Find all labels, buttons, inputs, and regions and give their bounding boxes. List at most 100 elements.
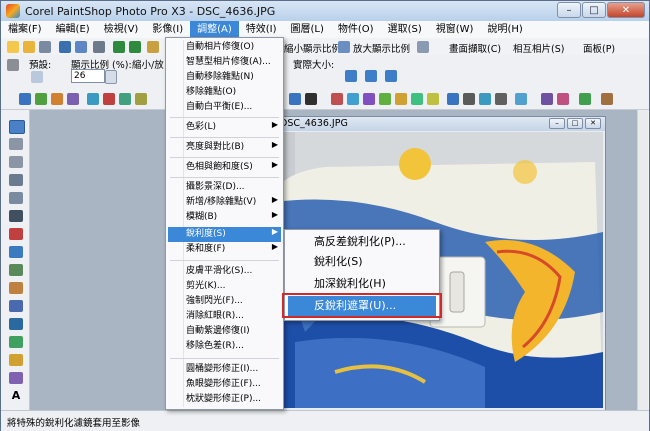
skin-smoothing-item[interactable]: 皮膚平滑化(S)...: [168, 264, 281, 279]
zoom-percent-input[interactable]: 26: [71, 69, 105, 83]
straighten-tool-icon[interactable]: [9, 210, 23, 222]
effect-icon-6[interactable]: [103, 93, 115, 105]
auto-fringe-fix-item[interactable]: 自動紫邊修復(I): [168, 324, 281, 339]
effect-icon-4[interactable]: [67, 93, 79, 105]
selection-tool-icon[interactable]: [9, 156, 23, 168]
effect-icon-18[interactable]: [447, 93, 459, 105]
cut-icon[interactable]: [147, 41, 159, 53]
pick-tool-icon[interactable]: [9, 138, 23, 150]
effect-icon-7[interactable]: [119, 93, 131, 105]
makeover-tool-icon[interactable]: [9, 246, 23, 258]
effect-icon-22[interactable]: [515, 93, 527, 105]
fisheye-distortion-item[interactable]: 魚眼變形修正(F)...: [168, 377, 281, 392]
auto-white-balance-item[interactable]: 自動白平衡(E)...: [168, 100, 281, 115]
save-icon[interactable]: [59, 41, 71, 53]
sharpen-more-item[interactable]: 加深銳利化(H): [288, 274, 436, 294]
sharpen-item[interactable]: 銳利化(S): [288, 252, 436, 272]
paint-brush-icon[interactable]: [9, 318, 23, 330]
effect-icon-25[interactable]: [579, 93, 591, 105]
menu-edit[interactable]: 編輯(E): [49, 21, 97, 38]
maximize-button[interactable]: □: [582, 2, 606, 18]
text-tool-icon[interactable]: A: [9, 390, 23, 402]
effect-icon-2[interactable]: [35, 93, 47, 105]
effect-icon-14[interactable]: [379, 93, 391, 105]
menu-selections[interactable]: 選取(S): [381, 21, 429, 38]
effect-icon-21[interactable]: [495, 93, 507, 105]
remove-noise-item[interactable]: 移除雜點(O): [168, 85, 281, 100]
browse-icon[interactable]: [39, 41, 51, 53]
high-pass-sharpen-item[interactable]: 高反差銳利化(P)...: [288, 232, 436, 252]
vertical-scrollbar[interactable]: [637, 110, 648, 410]
close-options-icon[interactable]: [7, 59, 19, 71]
copy-icon[interactable]: [417, 41, 429, 53]
smart-photo-fix-item[interactable]: 智慧型相片修復(A)...: [168, 55, 281, 70]
chromatic-aberration-item[interactable]: 移除色差(R)...: [168, 339, 281, 354]
menu-view[interactable]: 檢視(V): [97, 21, 146, 38]
auto-photo-fix-item[interactable]: 自動相片修復(O): [168, 40, 281, 55]
red-eye-removal-item[interactable]: 消除紅眼(R)...: [168, 309, 281, 324]
actual-size-icon[interactable]: [385, 70, 397, 82]
share-photo-button[interactable]: 相互相片(S): [513, 41, 564, 55]
screen-capture-button[interactable]: 畫面擷取(C): [449, 41, 501, 55]
menu-file[interactable]: 檔案(F): [1, 21, 49, 38]
pan-tool-icon[interactable]: [9, 120, 25, 134]
barrel-distortion-item[interactable]: 圓桶變形修正(I)...: [168, 362, 281, 377]
color-item[interactable]: 色彩(L) ▶: [168, 120, 281, 135]
effect-icon-8[interactable]: [135, 93, 147, 105]
menu-help[interactable]: 說明(H): [480, 21, 529, 38]
effect-icon-9[interactable]: [289, 93, 301, 105]
zoom-spinner[interactable]: [105, 70, 117, 84]
undo-icon[interactable]: [113, 41, 125, 53]
doc-close-button[interactable]: ✕: [585, 118, 601, 129]
effect-icon-13[interactable]: [363, 93, 375, 105]
effect-icon-15[interactable]: [395, 93, 407, 105]
preset-picker-icon[interactable]: [31, 71, 43, 83]
fit-window-icon[interactable]: [345, 70, 357, 82]
fit-image-icon[interactable]: [365, 70, 377, 82]
menu-image[interactable]: 影像(I): [145, 21, 190, 38]
menu-effects[interactable]: 特效(I): [239, 21, 284, 38]
effect-icon-3[interactable]: [51, 93, 63, 105]
effect-icon-17[interactable]: [427, 93, 439, 105]
clone-tool-icon[interactable]: [9, 264, 23, 276]
effect-icon-5[interactable]: [87, 93, 99, 105]
effect-icon-11[interactable]: [331, 93, 343, 105]
pincushion-distortion-item[interactable]: 枕狀變形修正(P)...: [168, 392, 281, 407]
depth-of-field-item[interactable]: 攝影景深(D)...: [168, 180, 281, 195]
menu-objects[interactable]: 物件(O): [331, 21, 381, 38]
effect-icon-20[interactable]: [479, 93, 491, 105]
open-folder-icon[interactable]: [23, 41, 35, 53]
doc-restore-button[interactable]: □: [567, 118, 583, 129]
fill-tool-icon[interactable]: [9, 354, 23, 366]
effect-icon-19[interactable]: [463, 93, 475, 105]
brightness-contrast-item[interactable]: 亮度與對比(B) ▶: [168, 140, 281, 155]
effect-icon-12[interactable]: [347, 93, 359, 105]
backlighting-item[interactable]: 剪光(K)...: [168, 279, 281, 294]
dropper-tool-icon[interactable]: [9, 174, 23, 186]
effect-icon-23[interactable]: [541, 93, 553, 105]
save-as-icon[interactable]: [75, 41, 87, 53]
eraser-tool-icon[interactable]: [9, 372, 23, 384]
effect-icon-24[interactable]: [557, 93, 569, 105]
effect-icon-1[interactable]: [19, 93, 31, 105]
add-remove-noise-item[interactable]: 新增/移除雜點(V) ▶: [168, 195, 281, 210]
doc-minimize-button[interactable]: –: [549, 118, 565, 129]
panel-button[interactable]: 面板(P): [583, 41, 615, 55]
dodge-tool-icon[interactable]: [9, 300, 23, 312]
hue-saturation-item[interactable]: 色相與飽和度(S) ▶: [168, 160, 281, 175]
effect-icon-26[interactable]: [601, 93, 613, 105]
scratch-remover-icon[interactable]: [9, 282, 23, 294]
effect-icon-16[interactable]: [411, 93, 423, 105]
new-file-icon[interactable]: [7, 41, 19, 53]
crop-tool-icon[interactable]: [9, 192, 23, 204]
minimize-button[interactable]: –: [557, 2, 581, 18]
print-icon[interactable]: [93, 41, 105, 53]
redo-icon[interactable]: [129, 41, 141, 53]
fill-flash-item[interactable]: 強制閃光(F)...: [168, 294, 281, 309]
zoom-in-icon[interactable]: [338, 41, 350, 53]
red-eye-tool-icon[interactable]: [9, 228, 23, 240]
softness-item[interactable]: 柔和度(F) ▶: [168, 242, 281, 257]
effect-icon-10[interactable]: [305, 93, 317, 105]
sharpness-item[interactable]: 銳利度(S) ▶: [168, 227, 281, 242]
menu-adjust[interactable]: 調整(A): [190, 21, 239, 38]
